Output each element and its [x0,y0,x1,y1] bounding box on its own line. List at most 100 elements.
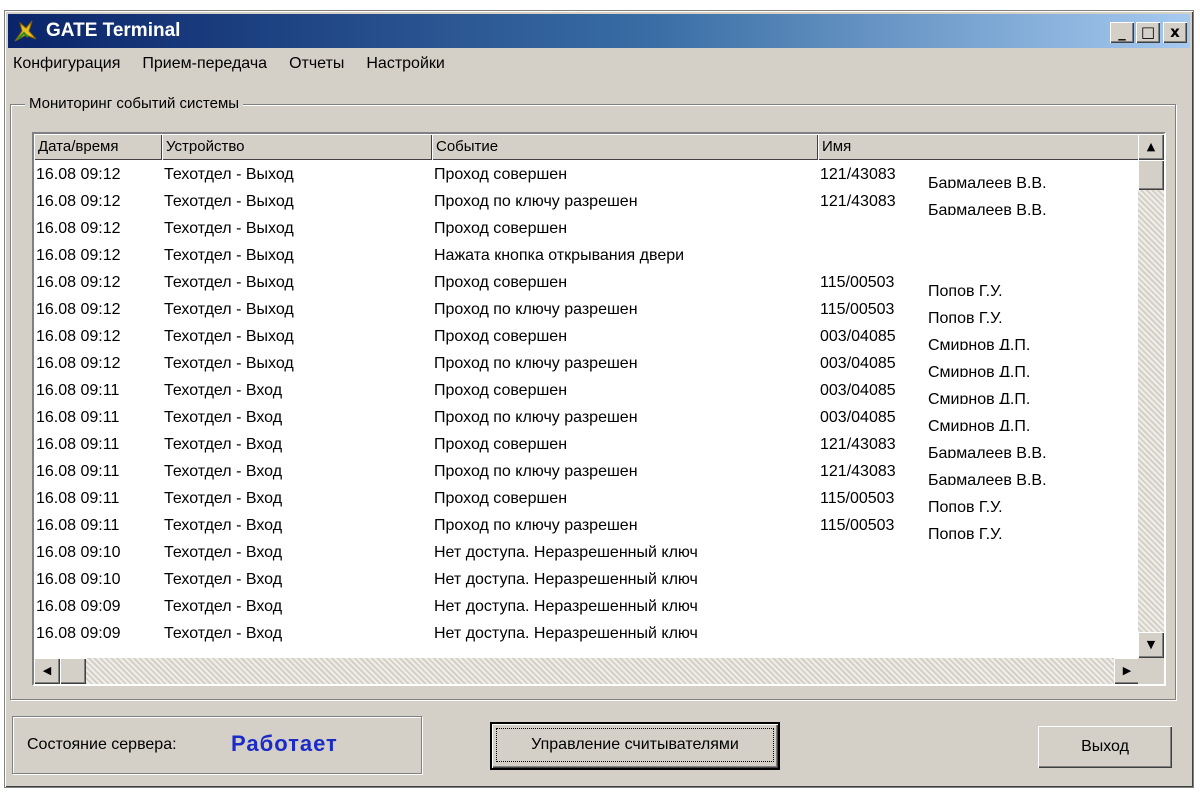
cell-name [818,242,1140,269]
menu-settings[interactable]: Настройки [366,51,444,79]
table-row[interactable]: 16.08 09:10 Техотдел - Вход Нет доступа. Н… [34,566,1140,593]
table-row[interactable]: 16.08 09:12 Техотдел - Выход Проход соверш… [34,323,1140,350]
table-row[interactable]: 16.08 09:11 Техотдел - Вход Проход соверше… [34,485,1140,512]
cell-datetime: 16.08 09:11 [36,463,120,480]
cell-datetime: 16.08 09:10 [36,544,121,561]
table-row[interactable]: 16.08 09:12 Техотдел - Выход Проход по клю… [34,296,1140,323]
cell-datetime: 16.08 09:09 [36,625,121,642]
cell-device: Техотдел - Вход [164,598,283,615]
key-code: 115/00503 [820,301,895,318]
table-row[interactable]: 16.08 09:12 Техотдел - Выход Проход по клю… [34,350,1140,377]
cell-datetime: 16.08 09:12 [36,355,121,372]
person-name: Попов Г.У. [928,499,1003,512]
cell-event: Проход совершен [434,382,568,399]
cell-datetime: 16.08 09:11 [36,490,120,507]
table-row[interactable]: 16.08 09:12 Техотдел - Выход Проход соверш… [34,269,1140,296]
event-list[interactable]: Дата/время Устройство Событие Имя 16.08 … [32,132,1166,686]
cell-device: Техотдел - Выход [164,274,294,291]
scroll-left-button[interactable]: ◀ [34,658,60,684]
cell-name [818,539,1140,566]
cell-device: Техотдел - Выход [164,193,294,210]
key-code: 121/43083 [820,463,896,480]
vertical-scroll-thumb[interactable] [1138,160,1164,190]
list-header: Дата/время Устройство Событие Имя [34,134,1140,160]
table-row[interactable]: 16.08 09:12 Техотдел - Выход Проход соверш… [34,215,1140,242]
cell-device: Техотдел - Выход [164,247,294,264]
cell-name: 003/04085 Смирнов Д.П. [818,377,1140,404]
horizontal-scrollbar[interactable]: ◀ ▶ [34,658,1140,684]
key-code: 003/04085 [820,409,896,426]
cell-name: 121/43083 Бармалеев В.В. [818,188,1140,215]
cell-device: Техотдел - Вход [164,517,283,534]
table-row[interactable]: 16.08 09:11 Техотдел - Вход Проход по ключ… [34,404,1140,431]
cell-datetime: 16.08 09:12 [36,220,121,237]
cell-event: Проход совершен [434,490,568,507]
cell-event: Нет доступа. Неразрешенный ключ [434,598,698,615]
cell-event: Проход совершен [434,274,568,291]
cell-datetime: 16.08 09:11 [36,517,120,534]
column-header-datetime[interactable]: Дата/время [34,134,162,160]
maximize-icon: □ [1140,23,1156,41]
horizontal-scroll-thumb[interactable] [60,658,86,684]
cell-name [818,215,1140,242]
server-status-panel: Состояние сервера: Работает [12,716,422,774]
person-name: Смирнов Д.П. [928,364,1031,377]
cell-device: Техотдел - Вход [164,436,283,453]
cell-device: Техотдел - Вход [164,544,283,561]
menu-reports[interactable]: Отчеты [289,51,344,79]
scroll-corner [1138,658,1164,684]
scroll-down-button[interactable]: ▼ [1138,632,1164,658]
table-row[interactable]: 16.08 09:09 Техотдел - Вход Нет доступа. Н… [34,620,1140,647]
maximize-button[interactable]: □ [1136,22,1160,43]
cell-datetime: 16.08 09:12 [36,274,121,291]
column-header-device[interactable]: Устройство [162,134,432,160]
server-status-value: Работает [231,731,338,756]
person-name: Смирнов Д.П. [928,391,1031,404]
table-row[interactable]: 16.08 09:11 Техотдел - Вход Проход соверше… [34,431,1140,458]
cell-event: Нет доступа. Неразрешенный ключ [434,544,698,561]
minimize-button[interactable]: _ [1110,22,1134,43]
cell-event: Проход по ключу разрешен [434,517,638,534]
cell-event: Проход совершен [434,220,568,237]
column-header-event[interactable]: Событие [432,134,818,160]
table-row[interactable]: 16.08 09:11 Техотдел - Вход Проход по ключ… [34,512,1140,539]
vertical-scrollbar[interactable]: ▲ ▼ [1138,134,1164,658]
cell-name: 115/00503 Попов Г.У. [818,296,1140,323]
scroll-up-button[interactable]: ▲ [1138,134,1164,160]
cell-device: Техотдел - Выход [164,166,294,183]
person-name: Бармалеев В.В. [928,472,1047,485]
table-row[interactable]: 16.08 09:11 Техотдел - Вход Проход соверше… [34,377,1140,404]
key-code: 115/00503 [820,274,895,291]
cell-name: 121/43083 Бармалеев В.В. [818,161,1140,188]
arrow-up-icon: ▲ [1146,140,1156,153]
column-header-name[interactable]: Имя [818,134,1140,160]
table-row[interactable]: 16.08 09:10 Техотдел - Вход Нет доступа. Н… [34,539,1140,566]
cell-name: 003/04085 Смирнов Д.П. [818,323,1140,350]
table-row[interactable]: 16.08 09:12 Техотдел - Выход Нажата кнопка… [34,242,1140,269]
table-row[interactable]: 16.08 09:11 Техотдел - Вход Проход по ключ… [34,458,1140,485]
manage-readers-button[interactable]: Управление считывателями [490,722,780,770]
key-code: 003/04085 [820,382,896,399]
scroll-right-button[interactable]: ▶ [1114,658,1140,684]
cell-name: 115/00503 Попов Г.У. [818,269,1140,296]
cell-event: Проход совершен [434,436,568,453]
person-name: Смирнов Д.П. [928,418,1031,431]
table-row[interactable]: 16.08 09:12 Техотдел - Выход Проход соверш… [34,161,1140,188]
exit-label: Выход [1081,738,1129,755]
arrow-down-icon: ▼ [1146,638,1156,651]
cell-name: 003/04085 Смирнов Д.П. [818,404,1140,431]
cell-datetime: 16.08 09:12 [36,193,121,210]
table-row[interactable]: 16.08 09:12 Техотдел - Выход Проход по клю… [34,188,1140,215]
menu-transfer[interactable]: Прием-передача [142,51,267,79]
table-row[interactable]: 16.08 09:09 Техотдел - Вход Нет доступа. Н… [34,593,1140,620]
close-button[interactable]: x [1163,22,1187,43]
person-name: Бармалеев В.В. [928,202,1047,215]
title-bar[interactable]: GATE Terminal _ □ x [8,14,1190,48]
exit-button[interactable]: Выход [1038,726,1172,768]
cell-datetime: 16.08 09:11 [36,382,120,399]
cell-datetime: 16.08 09:12 [36,247,121,264]
menu-configuration[interactable]: Конфигурация [13,51,120,79]
cell-name [818,620,1140,647]
cell-device: Техотдел - Вход [164,382,283,399]
key-code: 121/43083 [820,193,896,210]
